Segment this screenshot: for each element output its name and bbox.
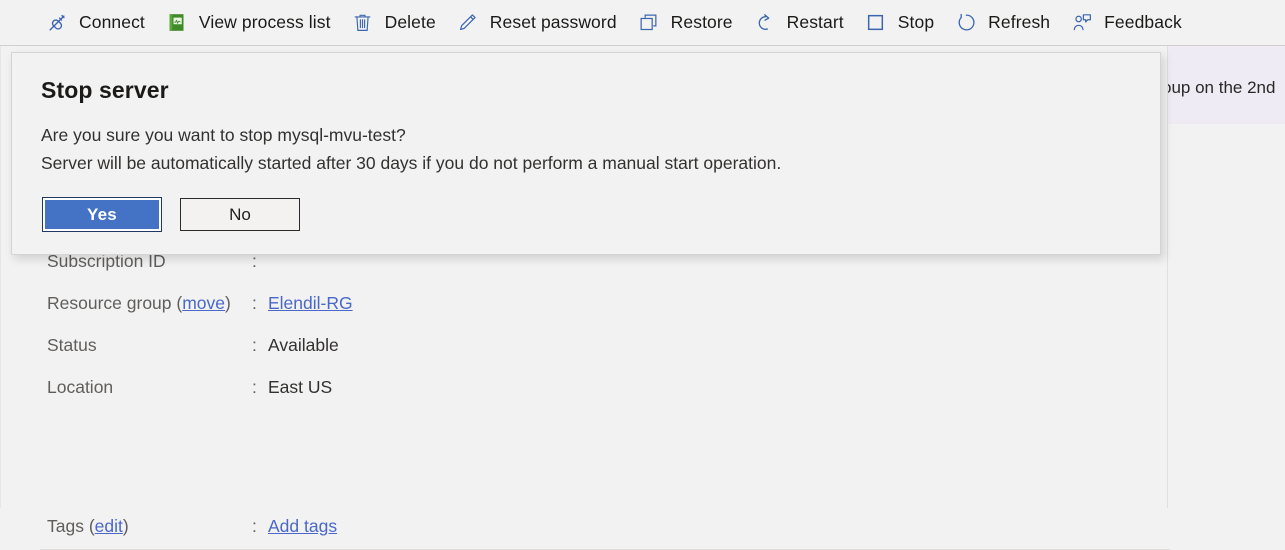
confirm-yes-button[interactable]: Yes — [42, 197, 162, 232]
connect-button[interactable]: Connect — [46, 4, 154, 42]
property-key-suffix: ) — [225, 293, 231, 313]
property-row-subscription-id: Subscription ID : — [47, 251, 747, 293]
restore-button[interactable]: Restore — [638, 4, 742, 42]
content-left-edge — [0, 46, 1, 508]
feedback-person-icon — [1071, 12, 1093, 34]
property-key: Tags (edit) — [47, 516, 252, 537]
cancel-no-button[interactable]: No — [180, 198, 300, 231]
stop-square-icon — [865, 12, 887, 34]
stop-server-dialog: Stop server Are you sure you want to sto… — [11, 52, 1161, 255]
property-key: Location — [47, 377, 114, 397]
move-resource-group-link[interactable]: move — [182, 293, 225, 313]
dialog-body-line-1: Are you sure you want to stop mysql-mvu-… — [41, 125, 406, 145]
pencil-icon — [457, 12, 479, 34]
property-key: Resource group (move) — [47, 293, 252, 314]
tags-key-suffix: ) — [122, 516, 129, 536]
reset-password-label: Reset password — [489, 11, 617, 32]
edit-tags-link[interactable]: edit — [95, 516, 123, 536]
property-row-location: Location : East US — [47, 377, 747, 419]
restart-button[interactable]: Restart — [754, 4, 853, 42]
command-bar: Connect View process list Delete Reset p… — [0, 0, 1285, 45]
view-process-list-label: View process list — [198, 11, 331, 32]
restart-label: Restart — [786, 11, 844, 32]
view-process-list-button[interactable]: View process list — [166, 4, 340, 42]
tags-key-prefix: Tags ( — [47, 516, 95, 536]
connect-plug-icon — [46, 12, 68, 34]
trash-icon — [352, 12, 374, 34]
property-value: East US — [268, 377, 333, 397]
property-key: Status — [47, 335, 97, 355]
property-value: Add tags — [268, 516, 337, 537]
property-row-resource-group: Resource group (move) : Elendil-RG — [47, 293, 747, 335]
stop-button[interactable]: Stop — [865, 4, 943, 42]
refresh-circle-icon — [955, 12, 977, 34]
dialog-body: Are you sure you want to stop mysql-mvu-… — [41, 121, 1131, 177]
property-colon: : — [252, 516, 257, 536]
delete-button[interactable]: Delete — [352, 4, 445, 42]
restart-arrow-icon — [754, 12, 776, 34]
reset-password-button[interactable]: Reset password — [457, 4, 626, 42]
property-value: Elendil-RG — [268, 293, 353, 314]
notification-banner: oup on the 2nd — [1168, 46, 1285, 124]
refresh-label: Refresh — [988, 11, 1051, 32]
restore-label: Restore — [670, 11, 733, 32]
dialog-title: Stop server — [41, 77, 169, 103]
property-colon: : — [252, 377, 257, 397]
dialog-body-line-2: Server will be automatically started aft… — [41, 153, 782, 173]
connect-label: Connect — [79, 11, 145, 32]
refresh-button[interactable]: Refresh — [955, 4, 1059, 42]
feedback-button[interactable]: Feedback — [1071, 4, 1191, 42]
property-value: Available — [268, 335, 339, 355]
azure-portal-server-overview: Connect View process list Delete Reset p… — [0, 0, 1285, 550]
stop-label: Stop — [897, 11, 935, 32]
process-list-book-icon — [166, 12, 188, 34]
property-key-prefix: Resource group ( — [47, 293, 183, 313]
dialog-button-group: Yes No — [42, 197, 300, 232]
property-row-tags: Tags (edit) : Add tags — [47, 516, 747, 537]
property-row-status: Status : Available — [47, 335, 747, 377]
delete-label: Delete — [384, 11, 436, 32]
resource-group-link[interactable]: Elendil-RG — [268, 293, 353, 313]
property-colon: : — [252, 293, 257, 313]
property-colon: : — [252, 335, 257, 355]
properties-list: Subscription ID : Resource group (move) … — [47, 251, 747, 419]
add-tags-link[interactable]: Add tags — [268, 516, 337, 536]
feedback-label: Feedback — [1104, 11, 1182, 32]
restore-windows-icon — [638, 12, 660, 34]
notification-banner-text: oup on the 2nd — [1168, 78, 1276, 97]
